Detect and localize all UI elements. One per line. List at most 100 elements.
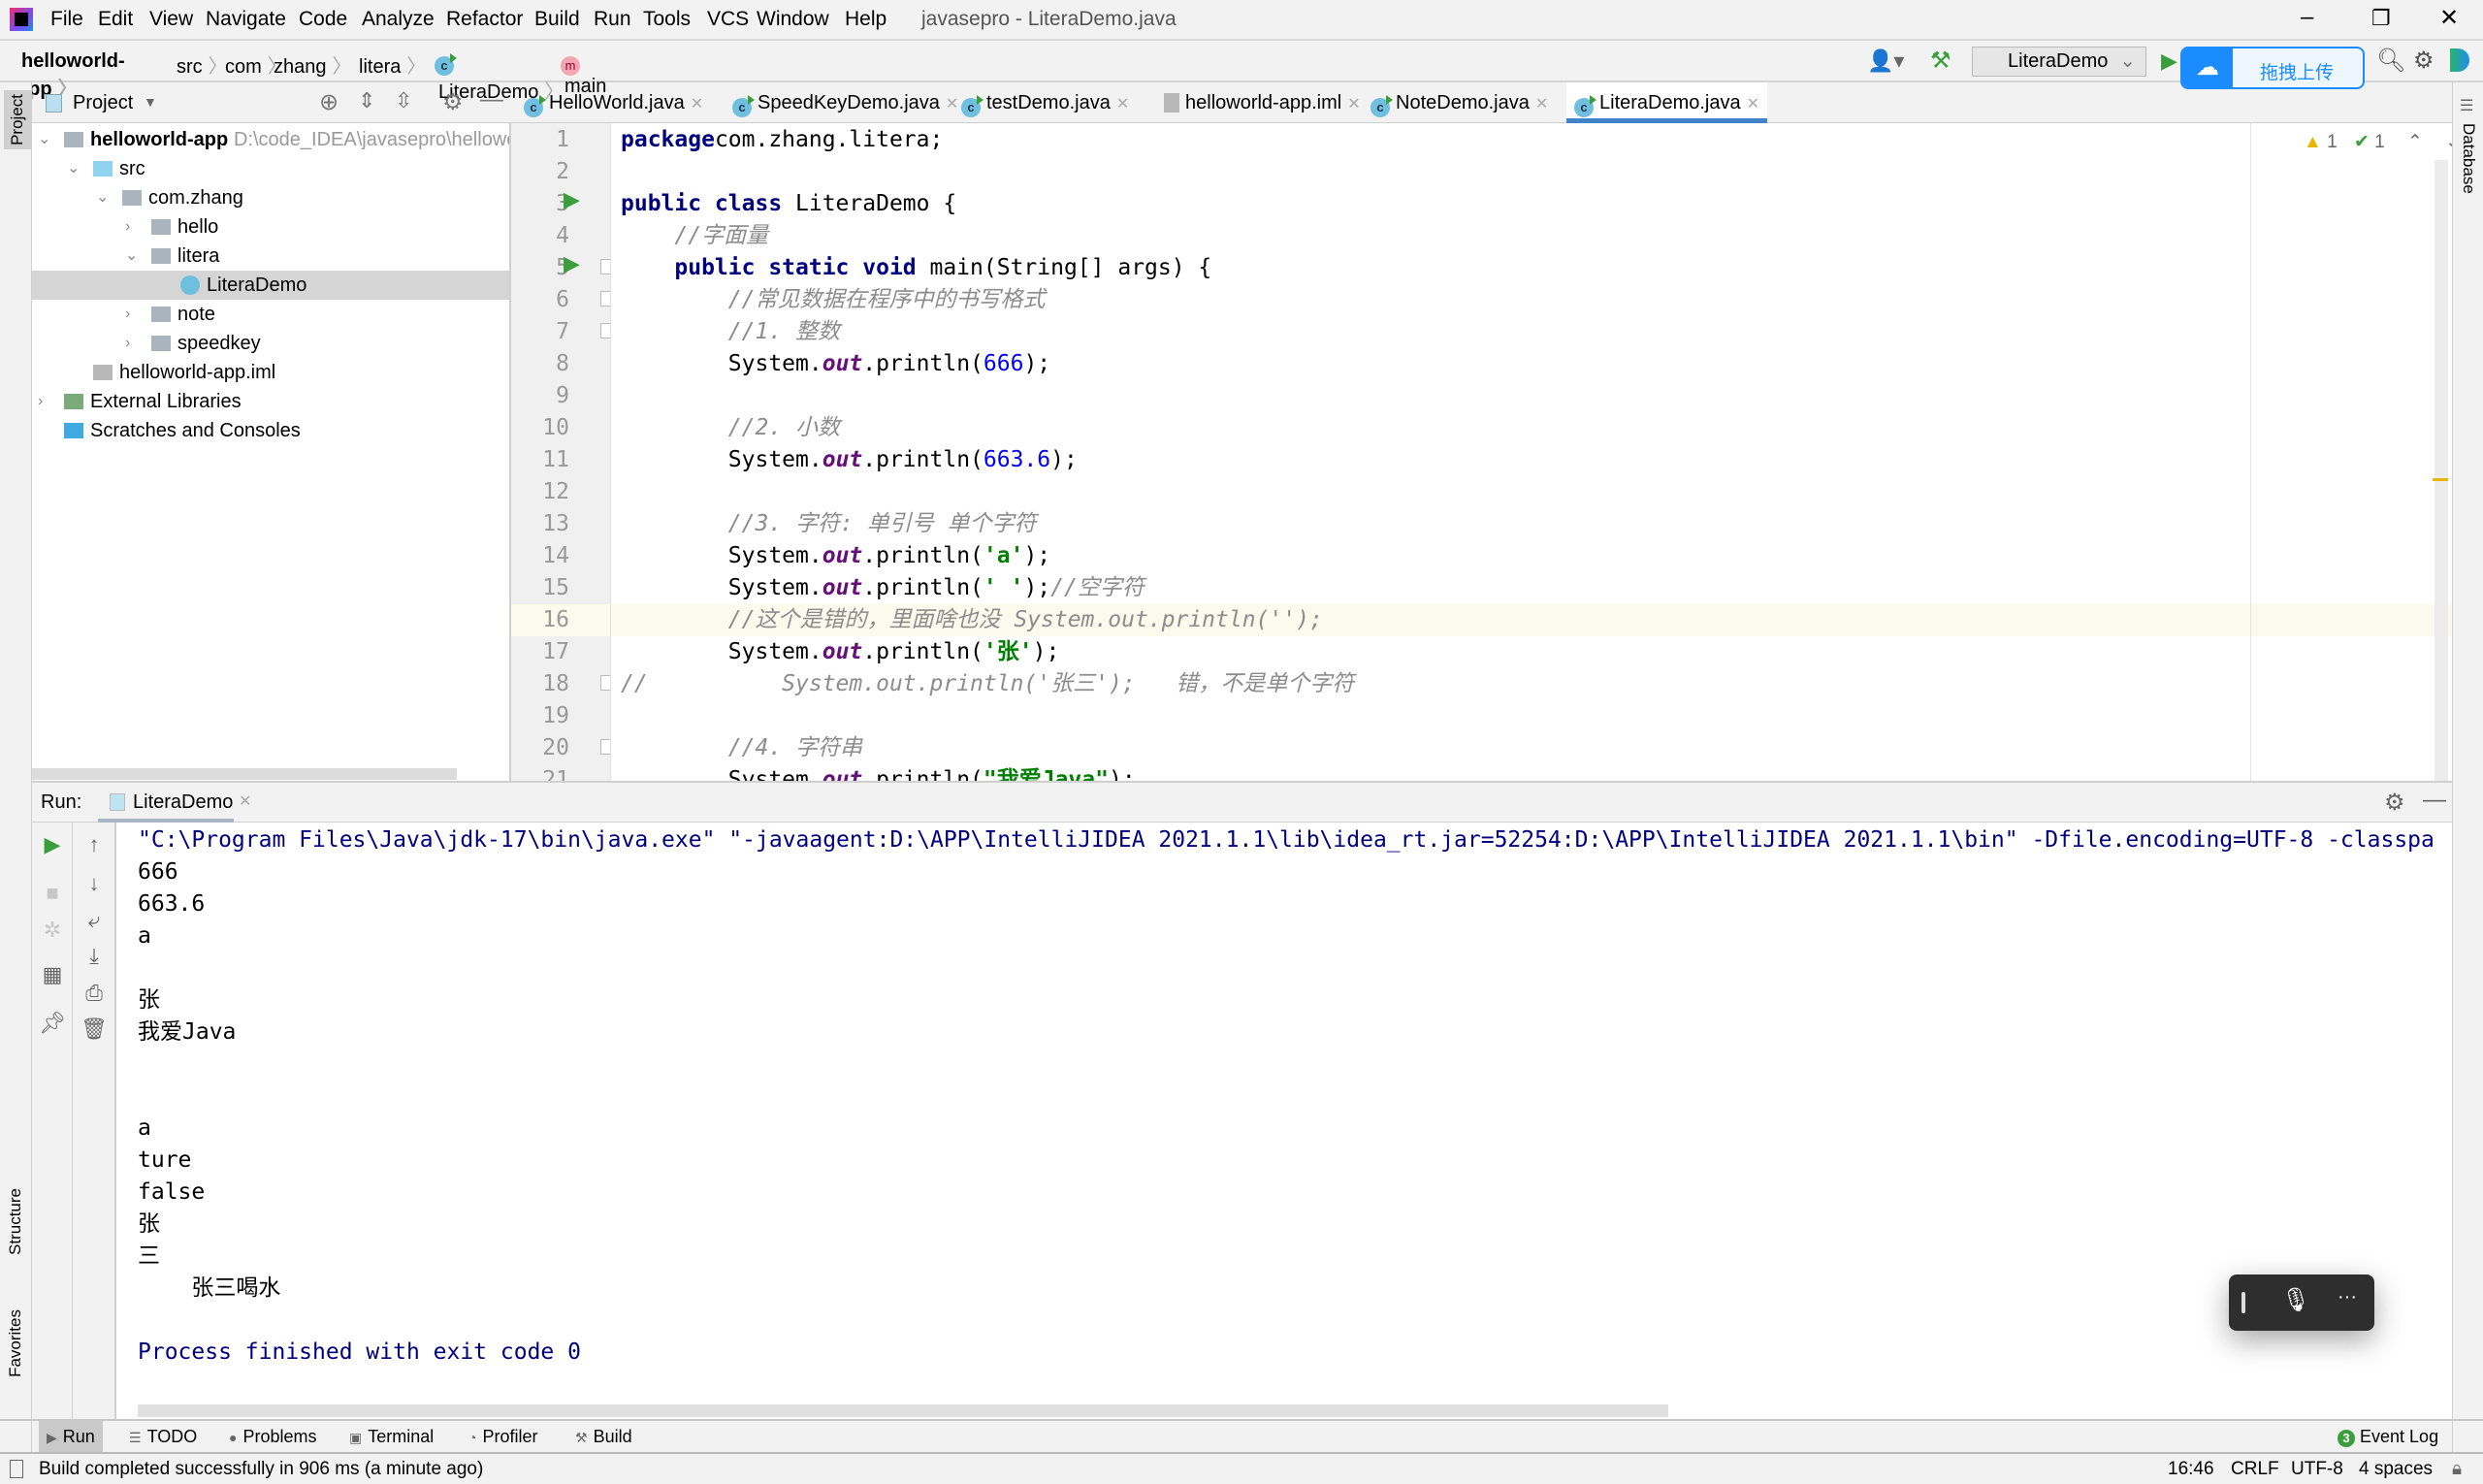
tool-tab-profiler[interactable]: ◔ Profiler — [461, 1421, 545, 1452]
tool-tab-terminal[interactable]: ▣ Terminal — [341, 1421, 441, 1452]
print-icon[interactable]: ⎙ — [75, 981, 113, 1006]
layout-icon[interactable]: ▦ — [33, 962, 72, 987]
tree-item[interactable]: ⌄ src — [32, 154, 509, 183]
chevron-down-icon[interactable]: ⌄ — [67, 154, 80, 183]
close-tab-icon[interactable]: ✕ — [1347, 96, 1360, 113]
pin-icon[interactable]: 📌︎ — [33, 1011, 72, 1036]
file-encoding[interactable]: UTF-8 — [2291, 1454, 2343, 1484]
project-view-dropdown[interactable]: Project — [73, 92, 133, 114]
tree-item[interactable]: › External Libraries — [32, 387, 509, 416]
previous-highlight-icon[interactable]: ⌃ — [2407, 132, 2423, 152]
trash-icon[interactable]: 🗑︎ — [75, 1016, 113, 1042]
editor-tab[interactable]: c testDemo.java ✕ — [953, 82, 1137, 123]
editor-tab[interactable]: c HelloWorld.java ✕ — [516, 82, 711, 123]
tree-item[interactable]: ⌄ helloworld-app D:\code_IDEA\javasepro\he… — [32, 125, 509, 154]
code-editor[interactable]: packagecom.zhang.litera; public class Lit… — [611, 123, 2452, 781]
tree-item[interactable]: Scratches and Consoles — [32, 416, 509, 445]
close-tab-icon[interactable]: ✕ — [1535, 96, 1548, 113]
close-icon[interactable]: ✕ — [239, 791, 251, 811]
debug-icon[interactable]: ✲ — [33, 918, 72, 943]
menu-help[interactable]: Help — [845, 8, 887, 31]
search-icon[interactable]: 🔍︎ — [2376, 47, 2405, 75]
tool-tab-todo[interactable]: ☰ TODO — [121, 1421, 205, 1452]
structure-tool-button[interactable]: Structure — [6, 1188, 25, 1255]
chevron-right-icon[interactable]: › — [125, 300, 130, 329]
next-highlight-icon[interactable]: ⌄ — [2445, 132, 2452, 152]
tree-item[interactable]: LiteraDemo — [32, 271, 509, 300]
drag-handle-icon[interactable] — [2241, 1292, 2245, 1313]
event-log-button[interactable]: 3 Event Log — [2338, 1421, 2438, 1452]
fold-icon[interactable] — [600, 259, 610, 274]
tree-item[interactable]: › speedkey — [32, 329, 509, 358]
hide-panel-icon[interactable]: — — [480, 86, 503, 113]
run-console[interactable]: "C:\Program Files\Java\jdk-17\bin\java.e… — [116, 823, 2452, 1419]
menu-tools[interactable]: Tools — [643, 8, 691, 31]
breadcrumb-item[interactable]: litera 〉 — [355, 50, 426, 79]
expand-all-icon[interactable]: ⇕ — [358, 88, 375, 113]
chevron-down-icon[interactable]: ⌄ — [125, 242, 138, 271]
chevron-right-icon[interactable]: › — [125, 329, 130, 358]
favorites-tool-button[interactable]: Favorites — [6, 1309, 25, 1377]
tool-tab-build[interactable]: ⚒ Build — [567, 1421, 640, 1452]
tool-tab-problems[interactable]: ● Problems — [221, 1421, 325, 1452]
menu-window[interactable]: Window — [757, 8, 829, 31]
breadcrumb-item[interactable]: src 〉 — [173, 50, 228, 79]
line-separator[interactable]: CRLF — [2231, 1454, 2279, 1484]
arrow-up-icon[interactable]: ↑ — [75, 832, 113, 857]
close-tab-icon[interactable]: ✕ — [1747, 96, 1759, 113]
indent-setting[interactable]: 4 spaces — [2359, 1454, 2433, 1484]
run-class-icon[interactable]: ▶ — [564, 187, 580, 212]
tree-item[interactable]: › hello — [32, 212, 509, 242]
run-icon[interactable]: ▶ — [2161, 48, 2177, 74]
chevron-right-icon[interactable]: › — [125, 212, 130, 242]
menu-navigate[interactable]: Navigate — [206, 8, 286, 31]
fold-icon[interactable] — [600, 739, 610, 755]
tool-tab-run[interactable]: ▶ Run — [39, 1421, 103, 1452]
minimize-button[interactable]: – — [2301, 4, 2313, 31]
editor-tab[interactable]: c NoteDemo.java ✕ — [1363, 82, 1556, 123]
close-tab-icon[interactable]: ✕ — [691, 96, 703, 113]
run-config-dropdown[interactable]: LiteraDemo ⌄ — [1972, 47, 2146, 77]
tree-item[interactable]: helloworld-app.iml — [32, 358, 509, 387]
menu-run[interactable]: Run — [594, 8, 631, 31]
restore-button[interactable]: ❐ — [2371, 6, 2391, 31]
tree-item[interactable]: › note — [32, 300, 509, 329]
fold-icon[interactable] — [600, 675, 610, 691]
project-horizontal-scrollbar[interactable] — [32, 768, 457, 780]
menu-analyze[interactable]: Analyze — [362, 8, 435, 31]
run-tab-literademo[interactable]: LiteraDemo ✕ — [98, 783, 251, 823]
chevron-down-icon[interactable]: ⌄ — [96, 183, 109, 212]
menu-code[interactable]: Code — [299, 8, 347, 31]
microphone-icon[interactable]: 🎙︎ — [2281, 1286, 2310, 1314]
menu-vcs[interactable]: VCS — [707, 8, 749, 31]
console-horizontal-scrollbar[interactable] — [138, 1404, 1668, 1417]
run-main-icon[interactable]: ▶ — [564, 251, 580, 276]
collapse-all-icon[interactable]: ⇳ — [395, 88, 412, 113]
close-button[interactable]: ✕ — [2439, 4, 2459, 32]
editor-tab[interactable]: helloworld-app.iml ✕ — [1156, 82, 1369, 123]
menu-build[interactable]: Build — [534, 8, 580, 31]
editor-vertical-scrollbar[interactable] — [2435, 160, 2448, 781]
inspection-widget[interactable]: ▲ 1 ✔ 1 ⌃ ⌄ — [2304, 131, 2452, 153]
fold-icon[interactable] — [600, 291, 610, 306]
gear-icon[interactable]: ⚙ — [2384, 789, 2405, 817]
user-icon[interactable]: 👤▾ — [1867, 48, 1904, 74]
project-tool-button[interactable]: Project — [4, 90, 31, 149]
arrow-down-icon[interactable]: ↓ — [75, 871, 113, 896]
gear-icon[interactable]: ⚙ — [2413, 47, 2435, 75]
build-hammer-icon[interactable]: ⚒ — [1930, 47, 1951, 75]
status-toggle-icon[interactable] — [10, 1460, 23, 1478]
voice-input-widget[interactable]: 🎙︎ ··· — [2229, 1274, 2374, 1331]
menu-refactor[interactable]: Refactor — [446, 8, 523, 31]
fold-icon[interactable] — [600, 323, 610, 339]
hide-panel-icon[interactable]: — — [2423, 787, 2446, 814]
lock-icon[interactable]: 🔒︎ — [2452, 1454, 2462, 1484]
database-tool-button[interactable]: Database — [2459, 123, 2478, 194]
locate-icon[interactable]: ⊕ — [319, 88, 339, 116]
menu-view[interactable]: View — [149, 8, 193, 31]
editor-tab[interactable]: c SpeedKeyDemo.java ✕ — [725, 82, 966, 123]
gear-icon[interactable]: ⚙ — [442, 88, 464, 116]
plugin-icon[interactable] — [2450, 48, 2469, 72]
status-message[interactable]: Build completed successfully in 906 ms (… — [39, 1454, 483, 1484]
stop-icon[interactable]: ■ — [33, 881, 72, 906]
